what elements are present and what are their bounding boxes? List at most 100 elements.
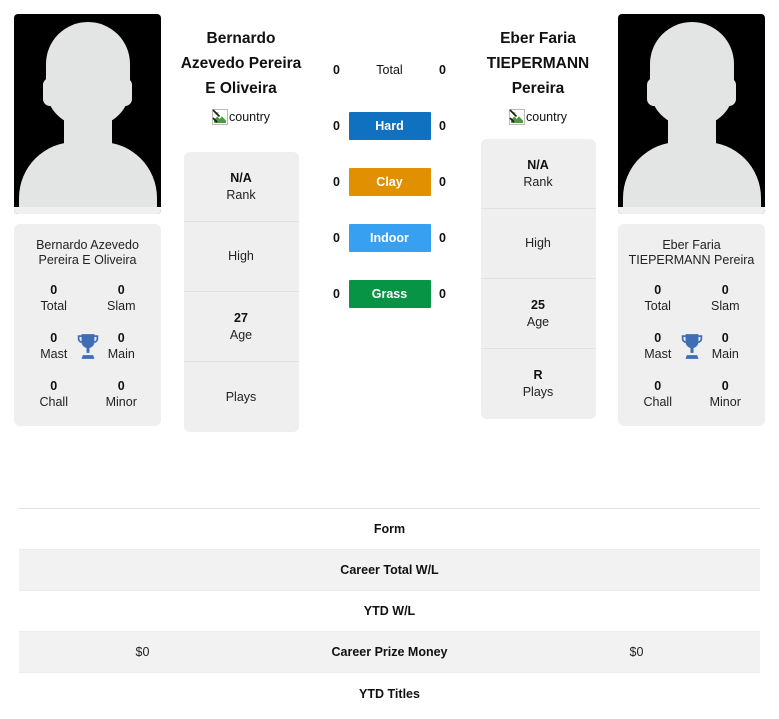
right-player-info-column: Eber Faria TIEPERMANN Pereira country N/… [472,0,604,419]
right-player-info-card: N/A Rank High 25 Age R Plays [480,139,596,419]
left-info-high: High [183,222,299,292]
left-info-age-label: Age [229,327,253,342]
left-titles-total-value: 0 [50,283,58,297]
table-row: $0 Career Prize Money $0 [19,632,760,673]
right-titles-slam-value: 0 [721,283,729,297]
surface-indoor-left-value: 0 [333,231,340,245]
surface-grass-right-value: 0 [439,287,446,301]
broken-image-icon [212,109,228,125]
left-titles-minor: 0 Minor [88,378,156,410]
avatar-base-strip [618,207,765,214]
right-country-flag: country [509,109,567,125]
surface-indoor-right-value: 0 [439,231,446,245]
avatar-base-strip [14,207,161,214]
left-titles-grid: 0 Total 0 Slam 0 Mast 0 Main 0 Chall 0 M… [20,282,155,410]
right-info-rank-label: Rank [523,174,553,189]
right-player-column: Eber Faria TIEPERMANN Pereira 0 Total 0 … [604,0,779,426]
surface-clay-left-value: 0 [333,175,340,189]
right-titles-slam: 0 Slam [692,282,760,314]
right-titles-slam-label: Slam [711,299,740,313]
avatar-ear-right-shape [722,78,736,106]
row-label: Career Prize Money [331,645,448,659]
right-info-plays-label: Plays [522,385,554,399]
left-player-name: Bernardo Azevedo Pereira E Oliveira [180,30,302,97]
left-info-rank-value: N/A [230,170,252,185]
surface-row-total: 0 Total 0 [307,56,472,84]
left-info-rank: N/A Rank [183,152,299,222]
left-info-rank-label: Rank [226,187,256,202]
right-titles-minor-label: Minor [709,395,741,409]
right-info-rank-value: N/A [527,157,549,172]
surface-indoor-label: Indoor [348,224,431,252]
row-label: Form [373,522,406,536]
left-player-info-column: Bernardo Azevedo Pereira E Oliveira coun… [175,0,307,432]
broken-image-icon [509,109,525,125]
row-label: YTD Titles [359,686,420,701]
left-player-info-card: N/A Rank High 27 Age Plays [183,152,299,432]
surface-total-left-value: 0 [333,63,340,77]
right-info-plays: R Plays [481,349,596,419]
surface-row-indoor: 0 Indoor 0 [307,224,472,252]
right-titles-total: 0 Total [624,282,692,314]
left-player-titles-card: Bernardo Azevedo Pereira E Oliveira 0 To… [14,224,161,426]
avatar-ear-right-shape [118,78,132,106]
right-player-titles-card: Eber Faria TIEPERMANN Pereira 0 Total 0 … [618,224,765,426]
right-info-age: 25 Age [480,279,596,349]
surface-total-right-value: 0 [439,63,446,77]
surface-clay-label: Clay [348,168,431,196]
surface-total-label: Total [376,63,403,77]
trophy-icon [77,334,98,359]
right-titles-total-value: 0 [654,283,662,297]
surface-grass-left-value: 0 [333,287,340,301]
row-left-value: $0 [135,645,150,659]
left-titles-minor-label: Minor [105,395,137,409]
surface-grass-label: Grass [348,280,431,308]
avatar-body-shape [622,142,761,208]
avatar-ear-left-shape [647,78,661,106]
table-row: Career Total W/L [19,550,760,591]
right-player-avatar [618,14,765,214]
row-label: YTD W/L [363,604,416,618]
surface-hard-left-value: 0 [333,119,340,133]
right-info-rank: N/A Rank [480,139,596,209]
surface-row-grass: 0 Grass 0 [307,280,472,308]
comparison-stats-table: Form Career Total W/L YTD W/L $0 Career … [19,508,760,714]
row-right-value: $0 [629,645,644,659]
surface-row-clay: 0 Clay 0 [307,168,472,196]
left-titles-slam: 0 Slam [88,282,156,314]
right-info-age-label: Age [526,314,550,329]
left-country-flag: country [212,109,270,125]
right-player-name: Eber Faria TIEPERMANN Pereira [486,30,590,97]
left-titles-total-label: Total [40,299,67,313]
table-row: Form [19,509,760,550]
right-titles-chall-label: Chall [643,395,673,409]
avatar-body-shape [18,142,157,208]
left-titles-slam-label: Slam [107,299,136,313]
left-info-plays: Plays [184,362,299,432]
right-titles-total-label: Total [644,299,671,313]
left-country-alt-text: country [229,110,270,124]
right-titles-minor: 0 Minor [692,378,760,410]
left-player-column: Bernardo Azevedo Pereira E Oliveira 0 To… [0,0,175,426]
left-titles-minor-value: 0 [117,379,125,393]
left-info-plays-label: Plays [225,389,257,404]
right-titles-chall: 0 Chall [624,378,692,410]
right-info-high-label: High [525,236,551,250]
row-label: Career Total W/L [340,563,439,577]
right-titles-chall-value: 0 [654,379,662,393]
right-info-age-value: 25 [531,297,545,312]
surface-row-hard: 0 Hard 0 [307,112,472,140]
right-titles-minor-value: 0 [721,379,729,393]
right-info-plays-value: R [533,368,543,382]
left-titles-chall: 0 Chall [20,378,88,410]
player-comparison-page: Bernardo Azevedo Pereira E Oliveira 0 To… [0,0,779,719]
table-row: YTD Titles [19,673,760,714]
left-info-age-value: 27 [234,310,248,325]
surface-clay-right-value: 0 [439,175,446,189]
left-titles-total: 0 Total [20,282,88,314]
left-card-player-name: Bernardo Azevedo Pereira E Oliveira [36,238,139,267]
left-player-avatar [14,14,161,214]
table-row: YTD W/L [19,591,760,632]
avatar-ear-left-shape [43,78,57,106]
right-titles-grid: 0 Total 0 Slam 0 Mast 0 Main 0 Chall 0 M… [624,282,759,410]
